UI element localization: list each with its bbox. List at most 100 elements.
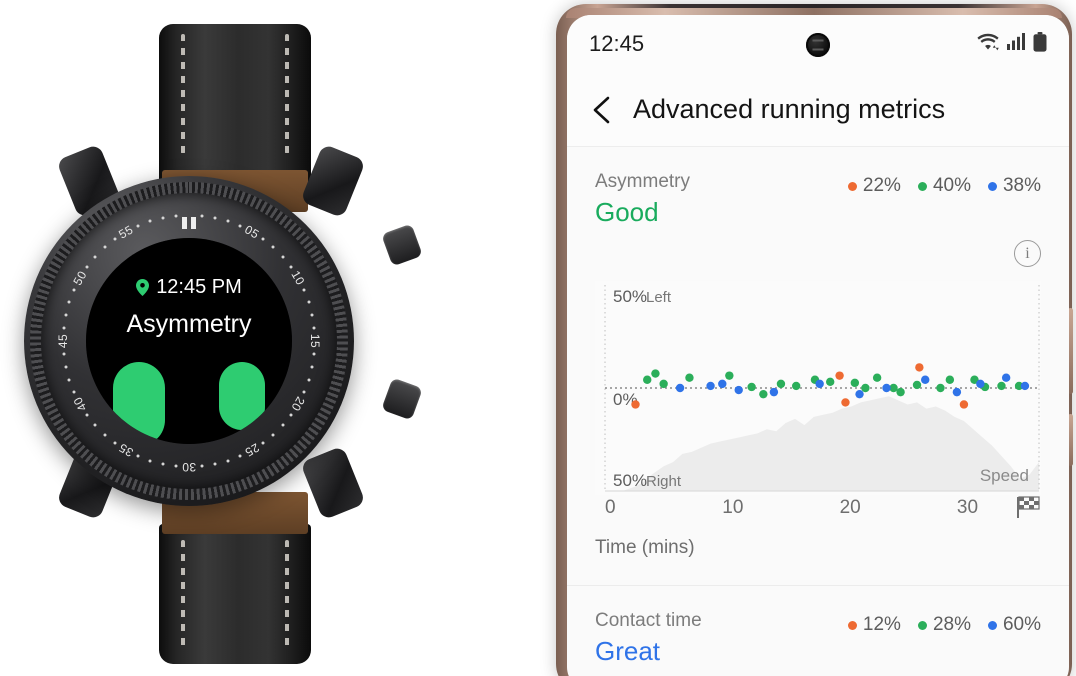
chart-data-point	[747, 382, 756, 392]
chart-data-point	[976, 379, 985, 389]
chart-data-point	[631, 400, 640, 409]
battery-full-icon	[1033, 31, 1047, 57]
bezel-numeral: 45	[56, 333, 70, 349]
chart-data-point	[1001, 373, 1011, 382]
chart-data-point	[725, 371, 734, 380]
legend-item: 12%	[847, 614, 901, 636]
watch-case: 05 10 15 20 25 30 35 40 45 50 55 12:45 PM Asymmetr…	[24, 176, 354, 506]
chart-x-axis-label: Time (mins)	[595, 537, 695, 558]
info-icon[interactable]: i	[1014, 240, 1041, 267]
chart-y-annotation-side: Left	[646, 289, 672, 306]
watch-rotating-bezel[interactable]: 05 10 15 20 25 30 35 40 45 50 55 12:45 PM Asymmetr…	[41, 193, 337, 489]
legend-color-dot	[847, 620, 857, 630]
smartphone-product-image: 12:45 Advanced running metrics Asymmetry…	[552, 0, 1076, 676]
chart-area-label: Speed	[980, 466, 1029, 485]
signal-bars-icon	[1007, 33, 1026, 55]
chart-data-point	[791, 381, 801, 391]
chart-data-point	[718, 379, 727, 389]
legend-color-dot	[917, 620, 927, 630]
app-bar: Advanced running metrics	[567, 73, 1069, 147]
chart-data-point	[685, 373, 694, 382]
asymmetry-label: Asymmetry	[595, 171, 690, 192]
chart-x-tick: 0	[605, 497, 616, 518]
chart-data-point	[734, 385, 743, 395]
bezel-numeral: 05	[242, 222, 262, 242]
phone-screen[interactable]: 12:45 Advanced running metrics Asymmetry…	[567, 15, 1069, 676]
screenshot-root: 05 10 15 20 25 30 35 40 45 50 55 12:45 PM Asymmetr…	[0, 0, 1076, 676]
band-stitching-right	[285, 540, 289, 648]
watch-screen[interactable]: 12:45 PM Asymmetry Left | Right Good	[86, 238, 292, 444]
chart-data-point	[997, 381, 1006, 391]
chart-data-point	[921, 375, 930, 384]
chart-y-annotation-side: Right	[646, 473, 682, 490]
asymmetry-legend: 22% 40% 38%	[847, 171, 1041, 197]
chart-data-point	[815, 379, 824, 389]
legend-color-dot	[917, 181, 927, 191]
chart-x-tick: 10	[722, 497, 744, 518]
legend-value: 60%	[1002, 614, 1041, 635]
chart-data-point	[841, 398, 850, 407]
watch-button-top[interactable]	[381, 223, 423, 267]
chart-y-annotation: 50%	[613, 471, 647, 490]
legend-value: 28%	[932, 614, 971, 635]
checkered-flag-icon	[1015, 495, 1041, 524]
chart-data-point	[952, 387, 962, 397]
legend-color-dot	[847, 181, 857, 191]
chart-data-point	[826, 377, 835, 387]
chart-data-point	[861, 383, 870, 393]
contact-time-section[interactable]: Contact time Great 12% 28% 60%	[567, 586, 1069, 667]
status-bar-icons	[977, 31, 1047, 57]
legend-color-dot	[987, 620, 997, 630]
legend-item: 22%	[847, 175, 901, 197]
chart-data-point	[759, 389, 768, 399]
asymmetry-rating: Good	[595, 197, 659, 227]
asymmetry-scatter-plot: 50% Left0%50% Right Speed	[595, 281, 1041, 495]
chart-data-point	[850, 378, 860, 388]
asymmetry-bar-right	[219, 362, 265, 430]
chart-data-point	[855, 389, 864, 399]
chart-data-point	[896, 387, 905, 397]
band-stitching-right	[285, 34, 289, 154]
info-row: i	[595, 240, 1041, 267]
smartwatch-product-image: 05 10 15 20 25 30 35 40 45 50 55 12:45 PM Asymmetr…	[0, 0, 470, 676]
chart-x-tick: 30	[956, 497, 979, 518]
chart-y-annotation: 50%	[613, 287, 647, 306]
page-title: Advanced running metrics	[633, 94, 946, 124]
chart-data-point	[675, 383, 685, 393]
watch-metric-title: Asymmetry	[126, 310, 252, 338]
bezel-numeral: 55	[116, 222, 136, 242]
phone-frame: 12:45 Advanced running metrics Asymmetry…	[556, 4, 1073, 676]
watch-band-top	[159, 24, 311, 184]
status-bar-clock: 12:45	[589, 31, 645, 56]
watch-time-row: 12:45 PM	[86, 276, 292, 299]
legend-item: 28%	[917, 614, 971, 636]
chart-data-point	[872, 373, 882, 382]
chart-data-point	[651, 369, 660, 378]
contact-time-legend: 12% 28% 60%	[847, 610, 1041, 636]
asymmetry-chart[interactable]: 50% Left 0% 50% Right Speed	[595, 281, 1041, 495]
chart-data-point	[945, 375, 955, 384]
band-stitching-left	[181, 34, 185, 154]
chart-data-point	[659, 379, 668, 389]
contact-time-header: Contact time Great 12% 28% 60%	[595, 610, 1041, 667]
contact-time-label: Contact time	[595, 610, 702, 631]
chart-data-point	[912, 380, 922, 390]
chart-data-point	[835, 371, 844, 380]
legend-color-dot	[987, 181, 997, 191]
legend-value: 12%	[862, 614, 901, 635]
asymmetry-bar-left	[113, 362, 165, 444]
chart-data-point	[936, 383, 945, 393]
back-chevron-icon[interactable]	[589, 95, 615, 125]
chart-data-point	[1020, 381, 1030, 391]
watch-button-bottom[interactable]	[381, 377, 423, 421]
chart-x-axis: 30 20 10 0	[595, 495, 1041, 531]
chart-data-point	[769, 387, 779, 397]
chart-x-tick: 20	[839, 497, 861, 518]
chart-data-point	[915, 363, 924, 372]
bezel-numeral: 15	[308, 333, 322, 349]
chart-data-point	[959, 400, 969, 409]
watch-time-text: 12:45 PM	[156, 276, 242, 298]
watch-lug	[300, 445, 366, 521]
legend-value: 22%	[862, 175, 901, 196]
asymmetry-section: Asymmetry Good 22% 40% 38% i 50% Left 0% 50%…	[567, 147, 1069, 559]
